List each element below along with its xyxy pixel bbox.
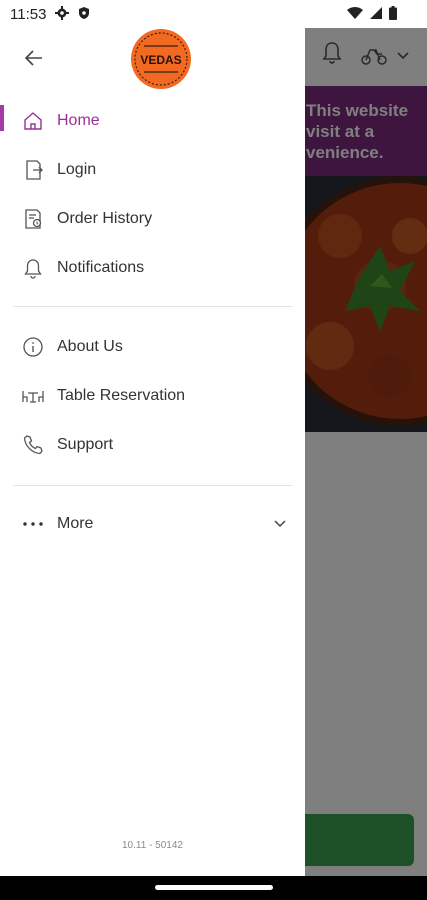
menu-item-label: Login [57, 160, 97, 178]
menu-item-label: Table Reservation [57, 386, 186, 404]
menu-item-label: Order History [57, 209, 153, 227]
menu-item-label: Notifications [57, 258, 145, 276]
bell-icon [22, 257, 44, 279]
signal-icon [370, 7, 382, 19]
phone-icon [22, 434, 44, 456]
status-bar: 11:53 [0, 0, 427, 28]
wifi-icon [347, 6, 363, 20]
divider [13, 485, 292, 486]
menu-item-label: Support [57, 435, 114, 453]
menu-item-label: About Us [57, 337, 123, 355]
order-history-icon [22, 208, 44, 230]
back-arrow-icon[interactable] [22, 46, 46, 70]
menu-item-support[interactable]: Support [0, 420, 305, 469]
menu-item-label: More [57, 514, 94, 532]
status-time: 11:53 [10, 6, 47, 23]
app-version: 10.11 - 50142 [122, 840, 183, 851]
battery-icon [389, 6, 397, 20]
menu-item-label: Home [57, 111, 100, 129]
menu-item-order-history[interactable]: Order History [0, 194, 305, 243]
chevron-down-icon[interactable] [273, 516, 287, 530]
primary-menu: Home Login Order History Notifications [0, 96, 305, 292]
menu-item-notifications[interactable]: Notifications [0, 243, 305, 292]
menu-item-login[interactable]: Login [0, 145, 305, 194]
info-icon [22, 336, 44, 358]
divider [13, 306, 292, 307]
more-menu: More [0, 499, 305, 548]
login-icon [22, 159, 44, 181]
gesture-handle[interactable] [155, 885, 273, 890]
menu-item-table-reservation[interactable]: Table Reservation [0, 371, 305, 420]
logo-text: VEDAS [140, 53, 181, 67]
restaurant-logo: VEDAS [130, 28, 192, 90]
more-dots-icon [22, 513, 44, 535]
home-icon [22, 110, 44, 132]
shield-icon [79, 7, 89, 19]
table-icon [22, 385, 44, 407]
secondary-menu: About Us Table Reservation Support [0, 322, 305, 469]
menu-item-home[interactable]: Home [0, 96, 305, 145]
navigation-drawer: VEDAS Home Login Order History Notificat… [0, 28, 305, 876]
menu-item-about-us[interactable]: About Us [0, 322, 305, 371]
settings-gear-icon [55, 6, 69, 20]
system-nav-bar [0, 876, 427, 900]
menu-item-more[interactable]: More [0, 499, 305, 548]
